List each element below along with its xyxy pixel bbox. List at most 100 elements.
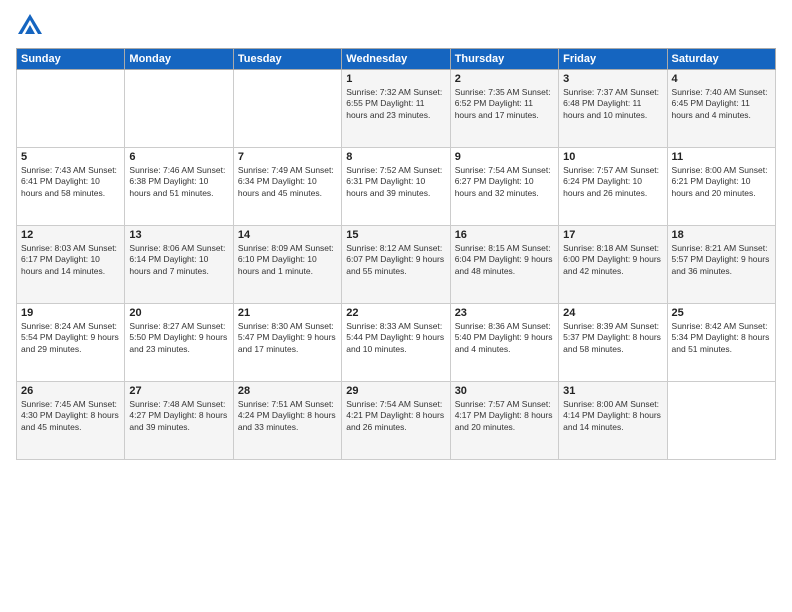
day-number: 2 xyxy=(455,73,554,85)
day-info: Sunrise: 7:46 AM Sunset: 6:38 PM Dayligh… xyxy=(129,165,228,199)
day-info: Sunrise: 7:54 AM Sunset: 6:27 PM Dayligh… xyxy=(455,165,554,199)
day-cell: 15 Sunrise: 8:12 AM Sunset: 6:07 PM Dayli… xyxy=(342,226,450,304)
day-info: Sunrise: 8:42 AM Sunset: 5:34 PM Dayligh… xyxy=(672,321,771,355)
week-row-1: 1 Sunrise: 7:32 AM Sunset: 6:55 PM Daylig… xyxy=(17,70,776,148)
day-info: Sunrise: 8:00 AM Sunset: 4:14 PM Dayligh… xyxy=(563,399,662,433)
day-number: 3 xyxy=(563,73,662,85)
logo xyxy=(16,12,48,40)
day-info: Sunrise: 8:30 AM Sunset: 5:47 PM Dayligh… xyxy=(238,321,337,355)
day-cell: 9 Sunrise: 7:54 AM Sunset: 6:27 PM Daylig… xyxy=(450,148,558,226)
day-cell: 27Sunrise: 7:48 AM Sunset: 4:27 PM Dayli… xyxy=(125,382,233,460)
day-cell: 14 Sunrise: 8:09 AM Sunset: 6:10 PM Dayli… xyxy=(233,226,341,304)
day-cell: 20 Sunrise: 8:27 AM Sunset: 5:50 PM Dayli… xyxy=(125,304,233,382)
day-cell: 30 Sunrise: 7:57 AM Sunset: 4:17 PM Dayli… xyxy=(450,382,558,460)
day-cell: 22 Sunrise: 8:33 AM Sunset: 5:44 PM Dayli… xyxy=(342,304,450,382)
day-cell: 18 Sunrise: 8:21 AM Sunset: 5:57 PM Dayli… xyxy=(667,226,775,304)
week-row-4: 19 Sunrise: 8:24 AM Sunset: 5:54 PM Dayli… xyxy=(17,304,776,382)
day-info: Sunrise: 7:57 AM Sunset: 6:24 PM Dayligh… xyxy=(563,165,662,199)
day-cell: 12 Sunrise: 8:03 AM Sunset: 6:17 PM Dayli… xyxy=(17,226,125,304)
day-number: 15 xyxy=(346,229,445,241)
day-number: 1 xyxy=(346,73,445,85)
day-cell: 7Sunrise: 7:49 AM Sunset: 6:34 PM Daylig… xyxy=(233,148,341,226)
day-number: 14 xyxy=(238,229,337,241)
day-number: 22 xyxy=(346,307,445,319)
day-cell: 31 Sunrise: 8:00 AM Sunset: 4:14 PM Dayli… xyxy=(559,382,667,460)
day-cell xyxy=(125,70,233,148)
day-cell: 23Sunrise: 8:36 AM Sunset: 5:40 PM Dayli… xyxy=(450,304,558,382)
day-cell: 5Sunrise: 7:43 AM Sunset: 6:41 PM Daylig… xyxy=(17,148,125,226)
day-info: Sunrise: 7:37 AM Sunset: 6:48 PM Dayligh… xyxy=(563,87,662,121)
day-number: 23 xyxy=(455,307,554,319)
day-cell: 21 Sunrise: 8:30 AM Sunset: 5:47 PM Dayli… xyxy=(233,304,341,382)
day-number: 19 xyxy=(21,307,120,319)
header xyxy=(16,12,776,40)
day-cell: 13Sunrise: 8:06 AM Sunset: 6:14 PM Dayli… xyxy=(125,226,233,304)
day-number: 9 xyxy=(455,151,554,163)
day-cell: 29 Sunrise: 7:54 AM Sunset: 4:21 PM Dayli… xyxy=(342,382,450,460)
day-cell: 17 Sunrise: 8:18 AM Sunset: 6:00 PM Dayli… xyxy=(559,226,667,304)
day-info: Sunrise: 8:09 AM Sunset: 6:10 PM Dayligh… xyxy=(238,243,337,277)
day-number: 21 xyxy=(238,307,337,319)
day-number: 13 xyxy=(129,229,228,241)
day-info: Sunrise: 8:39 AM Sunset: 5:37 PM Dayligh… xyxy=(563,321,662,355)
day-cell xyxy=(233,70,341,148)
header-cell-monday: Monday xyxy=(125,49,233,70)
day-info: Sunrise: 7:32 AM Sunset: 6:55 PM Dayligh… xyxy=(346,87,445,121)
day-cell: 2 Sunrise: 7:35 AM Sunset: 6:52 PM Daylig… xyxy=(450,70,558,148)
header-cell-thursday: Thursday xyxy=(450,49,558,70)
day-number: 12 xyxy=(21,229,120,241)
day-number: 24 xyxy=(563,307,662,319)
day-info: Sunrise: 8:24 AM Sunset: 5:54 PM Dayligh… xyxy=(21,321,120,355)
day-number: 17 xyxy=(563,229,662,241)
day-info: Sunrise: 7:35 AM Sunset: 6:52 PM Dayligh… xyxy=(455,87,554,121)
day-number: 29 xyxy=(346,385,445,397)
calendar-page: SundayMondayTuesdayWednesdayThursdayFrid… xyxy=(0,0,792,612)
day-info: Sunrise: 8:12 AM Sunset: 6:07 PM Dayligh… xyxy=(346,243,445,277)
day-cell: 11Sunrise: 8:00 AM Sunset: 6:21 PM Dayli… xyxy=(667,148,775,226)
day-info: Sunrise: 8:03 AM Sunset: 6:17 PM Dayligh… xyxy=(21,243,120,277)
day-cell: 8Sunrise: 7:52 AM Sunset: 6:31 PM Daylig… xyxy=(342,148,450,226)
day-number: 26 xyxy=(21,385,120,397)
header-cell-saturday: Saturday xyxy=(667,49,775,70)
day-info: Sunrise: 8:18 AM Sunset: 6:00 PM Dayligh… xyxy=(563,243,662,277)
logo-icon xyxy=(16,12,44,40)
header-cell-tuesday: Tuesday xyxy=(233,49,341,70)
day-cell: 4Sunrise: 7:40 AM Sunset: 6:45 PM Daylig… xyxy=(667,70,775,148)
day-info: Sunrise: 8:33 AM Sunset: 5:44 PM Dayligh… xyxy=(346,321,445,355)
day-info: Sunrise: 7:57 AM Sunset: 4:17 PM Dayligh… xyxy=(455,399,554,433)
day-cell: 26 Sunrise: 7:45 AM Sunset: 4:30 PM Dayli… xyxy=(17,382,125,460)
calendar-header: SundayMondayTuesdayWednesdayThursdayFrid… xyxy=(17,49,776,70)
day-info: Sunrise: 8:21 AM Sunset: 5:57 PM Dayligh… xyxy=(672,243,771,277)
header-row: SundayMondayTuesdayWednesdayThursdayFrid… xyxy=(17,49,776,70)
day-cell: 10 Sunrise: 7:57 AM Sunset: 6:24 PM Dayli… xyxy=(559,148,667,226)
day-info: Sunrise: 7:54 AM Sunset: 4:21 PM Dayligh… xyxy=(346,399,445,433)
day-number: 27 xyxy=(129,385,228,397)
day-cell: 28Sunrise: 7:51 AM Sunset: 4:24 PM Dayli… xyxy=(233,382,341,460)
day-cell: 19 Sunrise: 8:24 AM Sunset: 5:54 PM Dayli… xyxy=(17,304,125,382)
day-number: 30 xyxy=(455,385,554,397)
day-number: 18 xyxy=(672,229,771,241)
day-info: Sunrise: 7:45 AM Sunset: 4:30 PM Dayligh… xyxy=(21,399,120,433)
calendar-table: SundayMondayTuesdayWednesdayThursdayFrid… xyxy=(16,48,776,460)
day-number: 20 xyxy=(129,307,228,319)
day-cell xyxy=(17,70,125,148)
day-cell xyxy=(667,382,775,460)
day-number: 25 xyxy=(672,307,771,319)
day-cell: 25 Sunrise: 8:42 AM Sunset: 5:34 PM Dayli… xyxy=(667,304,775,382)
day-number: 7 xyxy=(238,151,337,163)
day-info: Sunrise: 7:40 AM Sunset: 6:45 PM Dayligh… xyxy=(672,87,771,121)
day-cell: 1 Sunrise: 7:32 AM Sunset: 6:55 PM Daylig… xyxy=(342,70,450,148)
header-cell-wednesday: Wednesday xyxy=(342,49,450,70)
day-info: Sunrise: 8:15 AM Sunset: 6:04 PM Dayligh… xyxy=(455,243,554,277)
header-cell-friday: Friday xyxy=(559,49,667,70)
day-number: 10 xyxy=(563,151,662,163)
day-number: 11 xyxy=(672,151,771,163)
day-number: 5 xyxy=(21,151,120,163)
day-info: Sunrise: 8:27 AM Sunset: 5:50 PM Dayligh… xyxy=(129,321,228,355)
day-number: 28 xyxy=(238,385,337,397)
day-info: Sunrise: 7:52 AM Sunset: 6:31 PM Dayligh… xyxy=(346,165,445,199)
day-cell: 24 Sunrise: 8:39 AM Sunset: 5:37 PM Dayli… xyxy=(559,304,667,382)
day-number: 31 xyxy=(563,385,662,397)
week-row-5: 26 Sunrise: 7:45 AM Sunset: 4:30 PM Dayli… xyxy=(17,382,776,460)
week-row-2: 5Sunrise: 7:43 AM Sunset: 6:41 PM Daylig… xyxy=(17,148,776,226)
